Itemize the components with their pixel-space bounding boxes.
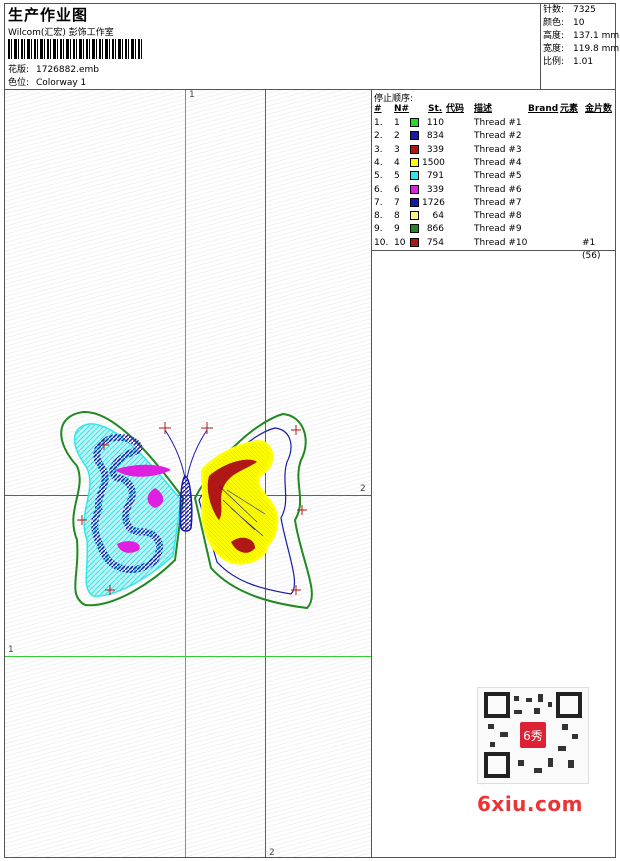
table-row[interactable]: 1. 1 110 Thread #1 <box>372 117 615 130</box>
row-index: 9. <box>374 224 383 235</box>
row-stitches: 1500 <box>422 157 445 168</box>
row-description: Thread #5 <box>474 171 522 182</box>
table-header: # N# St. 代码 描述 Brand 元素 金片数 <box>372 103 615 116</box>
row-n: 1 <box>394 118 400 128</box>
butterfly-embroidery <box>60 410 313 610</box>
table-row[interactable]: 7. 7 1726 Thread #7 <box>372 197 615 210</box>
row-n: 2 <box>394 131 400 142</box>
row-n: 7 <box>394 197 400 208</box>
row-description: Thread #8 <box>474 211 522 222</box>
stat-stitches: 针数: 7325 <box>543 5 596 15</box>
thread-color-swatch <box>410 118 419 127</box>
studio-name: Wilcom(汇宏) 彭饰工作室 <box>8 28 114 38</box>
table-row[interactable]: 8. 8 64 Thread #8 <box>372 210 615 223</box>
col-element: 元素 <box>560 104 579 114</box>
row-description: Thread #3 <box>474 144 522 155</box>
row-index: 7. <box>374 197 383 208</box>
design-file: 1726882.emb <box>36 65 99 75</box>
row-index: 2. <box>374 131 383 142</box>
row-n: 9 <box>394 224 400 235</box>
col-code: 代码 <box>446 104 465 114</box>
thread-color-swatch <box>410 131 419 141</box>
right-wing <box>193 412 313 610</box>
row-index: 10. <box>374 237 389 248</box>
table-row[interactable]: 5. 5 791 Thread #5 <box>372 170 615 183</box>
col-sequin: 金片数 <box>585 104 613 114</box>
thread-color-swatch <box>410 197 419 207</box>
production-worksheet: 生产作业图 Wilcom(汇宏) 彭饰工作室 花版: 1726882.emb 色位… <box>4 3 620 858</box>
qr-stamp: 6秀 <box>523 729 543 743</box>
table-row[interactable]: 9. 9 866 Thread #9 <box>372 223 615 236</box>
stat-height: 高度: 137.1 mm <box>543 31 620 41</box>
row-stitches: 1726 <box>422 197 445 208</box>
table-row[interactable]: 4. 4 1500 Thread #4 <box>372 157 615 170</box>
row-n: 8 <box>394 211 400 222</box>
row-n: 4 <box>394 157 400 168</box>
stat-colors: 颜色: 10 <box>543 18 585 28</box>
design-label: 花版: <box>8 65 30 75</box>
thread-color-swatch <box>410 224 419 234</box>
stat-scale: 比例: 1.01 <box>543 57 594 67</box>
stop-sequence-panel: 停止顺序: # N# St. 代码 描述 Brand 元素 金片数 1. 1 110… <box>372 90 615 261</box>
design-stats: 针数: 7325 颜色: 10 高度: 137.1 mm 宽度: 119.8 mm 比例… <box>540 4 620 89</box>
row-description: Thread #6 <box>474 184 522 195</box>
row-n: 5 <box>394 171 400 182</box>
thread-color-swatch <box>410 157 419 167</box>
row-sequin: #1 (56) <box>582 237 601 261</box>
header: 生产作业图 Wilcom(汇宏) 彭饰工作室 花版: 1726882.emb 色位… <box>5 4 620 90</box>
col-desc: 描述 <box>474 104 493 114</box>
row-stitches: 866 <box>426 224 444 235</box>
row-stitches: 754 <box>426 237 444 248</box>
row-index: 4. <box>374 157 383 168</box>
row-index: 1. <box>374 118 383 128</box>
row-stitches: 339 <box>426 184 444 195</box>
row-description: Thread #2 <box>474 131 522 142</box>
row-index: 5. <box>374 171 383 182</box>
qr-code: 6秀 <box>477 687 589 784</box>
barcode <box>8 39 144 59</box>
stat-width: 宽度: 119.8 mm <box>543 44 620 54</box>
qr-code-icon: 6秀 <box>484 692 582 778</box>
col-index: # <box>374 104 382 114</box>
design-canvas[interactable]: 1 2 2 1 <box>5 90 372 857</box>
col-st: St. <box>428 104 443 114</box>
row-stitches: 64 <box>432 211 444 222</box>
col-brand: Brand <box>528 104 559 114</box>
thread-color-swatch <box>410 211 419 221</box>
watermark: 6xiu.com <box>477 792 583 816</box>
colorway-value: Colorway 1 <box>36 78 87 88</box>
page-title: 生产作业图 <box>8 6 89 24</box>
table-row[interactable]: 2. 2 834 Thread #2 <box>372 130 615 143</box>
table-row[interactable]: 10. 10 754 Thread #10 #1 (56) <box>372 237 615 261</box>
thread-color-swatch <box>410 184 419 194</box>
row-index: 6. <box>374 184 383 195</box>
thread-color-swatch <box>410 171 419 181</box>
row-index: 3. <box>374 144 383 155</box>
row-description: Thread #7 <box>474 197 522 208</box>
row-n: 3 <box>394 144 400 155</box>
row-stitches: 791 <box>426 171 444 182</box>
colorway-row: 色位: Colorway 1 <box>8 75 86 88</box>
row-stitches: 110 <box>426 118 444 128</box>
design-file-row: 花版: 1726882.emb <box>8 62 99 75</box>
row-stitches: 339 <box>426 144 444 155</box>
row-stitches: 834 <box>426 131 444 142</box>
row-description: Thread #1 <box>474 118 522 128</box>
row-n: 6 <box>394 184 400 195</box>
row-description: Thread #4 <box>474 157 522 168</box>
row-description: Thread #10 <box>474 237 528 248</box>
row-n: 10 <box>394 237 406 248</box>
col-n: N# <box>394 104 410 114</box>
table-row[interactable]: 6. 6 339 Thread #6 <box>372 184 615 197</box>
thread-color-swatch <box>410 237 419 247</box>
thread-color-swatch <box>410 144 419 154</box>
row-index: 8. <box>374 211 383 222</box>
colorway-label: 色位: <box>8 78 30 88</box>
left-wing <box>60 410 185 607</box>
row-description: Thread #9 <box>474 224 522 235</box>
table-row[interactable]: 3. 3 339 Thread #3 <box>372 144 615 157</box>
